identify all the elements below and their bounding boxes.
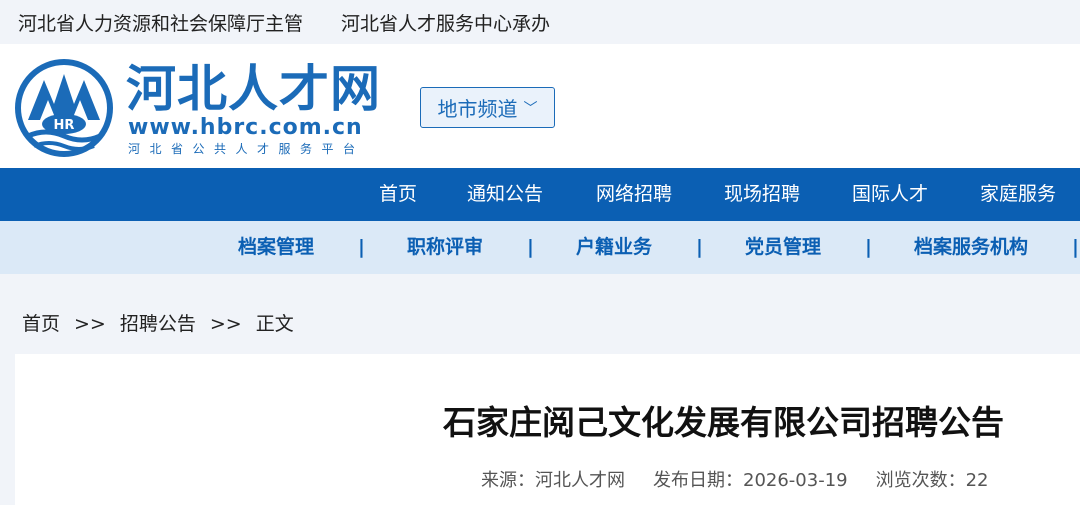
subnav-divider: | (865, 236, 872, 258)
primary-nav: 首页 通知公告 网络招聘 现场招聘 国际人才 家庭服务 (0, 168, 1080, 221)
article-panel: 石家庄阅己文化发展有限公司招聘公告 来源：河北人才网 发布日期：2026-03-1… (15, 354, 1080, 505)
source-value: 河北人才网 (535, 470, 625, 491)
nav-item-home[interactable]: 首页 (379, 168, 417, 221)
city-channel-dropdown[interactable]: 地市频道 ﹀ (420, 87, 555, 128)
site-header: HR 河北人才网 www.hbrc.com.cn 河北省公共人才服务平台 地市频… (0, 44, 1080, 168)
nav-item-onsite-recruit[interactable]: 现场招聘 (724, 168, 800, 221)
article-meta: 来源：河北人才网 发布日期：2026-03-19 浏览次数：22 (481, 468, 989, 494)
secondary-nav: 档案管理 | 职称评审 | 户籍业务 | 党员管理 | 档案服务机构 | (0, 221, 1080, 274)
subnav-item-household[interactable]: 户籍业务 (576, 221, 652, 274)
nav-item-online-recruit[interactable]: 网络招聘 (596, 168, 672, 221)
breadcrumb-separator: >> (74, 313, 106, 335)
breadcrumb-section[interactable]: 招聘公告 (120, 306, 196, 342)
subnav-divider: | (1072, 236, 1079, 258)
subnav-item-archives[interactable]: 档案管理 (238, 221, 314, 274)
logo-subtitle: 河北省公共人才服务平台 (128, 142, 365, 156)
breadcrumb-separator: >> (209, 313, 242, 335)
top-info-bar: 河北省人力资源和社会保障厅主管 河北省人才服务中心承办 (0, 0, 1080, 44)
views-label: 浏览次数： (875, 470, 966, 491)
date-label: 发布日期： (653, 470, 743, 491)
nav-item-domestic-service[interactable]: 家庭服务 (980, 168, 1056, 221)
subnav-divider: | (358, 236, 365, 258)
date-value: 2026-03-19 (743, 470, 848, 491)
logo-badge: HR (54, 118, 75, 133)
logo-emblem-icon: HR (15, 59, 113, 157)
source-label: 来源： (481, 470, 535, 491)
sponsor-text: 河北省人力资源和社会保障厅主管 (18, 12, 304, 35)
breadcrumb: 首页 >> 招聘公告 >> 正文 (22, 306, 294, 342)
subnav-item-party-members[interactable]: 党员管理 (745, 221, 821, 274)
organizer-text: 河北省人才服务中心承办 (341, 12, 551, 35)
city-channel-label: 地市频道 (437, 97, 518, 121)
breadcrumb-home[interactable]: 首页 (22, 306, 60, 342)
article-title: 石家庄阅己文化发展有限公司招聘公告 (443, 403, 1004, 442)
subnav-divider: | (527, 236, 534, 258)
subnav-divider: | (696, 236, 703, 258)
nav-item-international[interactable]: 国际人才 (852, 168, 928, 221)
subnav-item-title-review[interactable]: 职称评审 (407, 221, 483, 274)
nav-item-notices[interactable]: 通知公告 (467, 168, 543, 221)
chevron-down-icon: ﹀ (523, 100, 538, 117)
breadcrumb-current: 正文 (255, 313, 294, 335)
logo-url: www.hbrc.com.cn (128, 115, 363, 140)
subnav-item-archive-agencies[interactable]: 档案服务机构 (914, 221, 1028, 274)
site-logo[interactable]: HR 河北人才网 www.hbrc.com.cn 河北省公共人才服务平台 (14, 58, 394, 158)
views-value: 22 (965, 470, 989, 491)
logo-title: 河北人才网 (126, 60, 381, 118)
